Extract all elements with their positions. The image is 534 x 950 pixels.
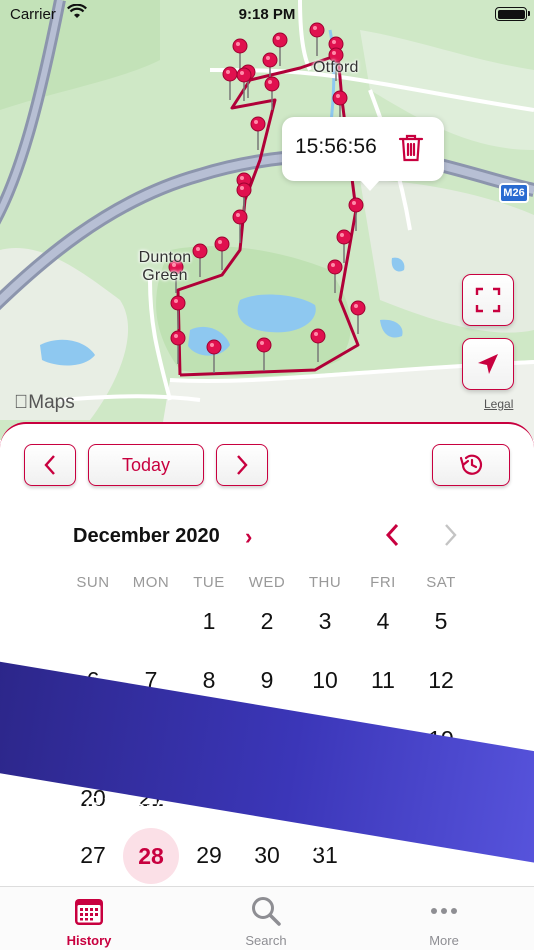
- weekday-label: THU: [308, 574, 342, 591]
- map-view[interactable]: Otford Dunton Green M26 Maps Legal 15:5…: [0, 0, 534, 440]
- calendar-day[interactable]: 5: [412, 608, 470, 635]
- map-label-otford: Otford: [313, 59, 359, 76]
- legal-link[interactable]: Legal: [484, 397, 513, 411]
- map-canvas: [0, 0, 534, 440]
- weekday-label: SAT: [426, 574, 456, 591]
- clock: 9:18 PM: [238, 6, 296, 23]
- previous-month-button[interactable]: [384, 522, 400, 553]
- apple-logo-icon: : [14, 392, 28, 413]
- tab-bar: History Search More: [0, 886, 534, 950]
- today-button[interactable]: Today: [88, 444, 204, 486]
- ellipsis-icon: [431, 908, 457, 914]
- next-day-button[interactable]: [216, 444, 268, 486]
- calendar-day-selected[interactable]: 28: [123, 828, 179, 884]
- tab-search[interactable]: Search: [206, 887, 326, 950]
- tab-history-label: History: [66, 933, 112, 948]
- weekday-label: TUE: [193, 574, 225, 591]
- tab-more-label: More: [429, 933, 459, 948]
- tab-search-label: Search: [245, 933, 287, 948]
- weekday-label: SUN: [76, 574, 110, 591]
- previous-day-button[interactable]: [24, 444, 76, 486]
- pin-callout: 15:56:56: [282, 117, 444, 191]
- chevron-right-icon: [445, 524, 457, 546]
- maps-attribution: Maps: [14, 392, 75, 413]
- status-bar: Carrier 9:18 PM: [0, 0, 534, 30]
- weekday-label: MON: [132, 574, 170, 591]
- battery-icon: [495, 7, 530, 21]
- clock-history-icon: [459, 454, 483, 475]
- calendar-day[interactable]: 10: [296, 667, 354, 694]
- tab-history[interactable]: History: [29, 887, 149, 950]
- weekday-label: WED: [248, 574, 286, 591]
- calendar-day[interactable]: 1: [180, 608, 238, 635]
- location-arrow-icon: [478, 354, 498, 374]
- map-label-dunton-green: Dunton Green: [138, 249, 192, 284]
- fit-route-button[interactable]: [462, 274, 514, 326]
- history-button[interactable]: [432, 444, 510, 486]
- calendar-day[interactable]: 29: [180, 842, 238, 869]
- weekday-label: FRI: [370, 574, 396, 591]
- expand-corners-icon: [475, 287, 501, 313]
- calendar-day[interactable]: 8: [180, 667, 238, 694]
- tab-more[interactable]: More: [384, 887, 504, 950]
- locate-me-button[interactable]: [462, 338, 514, 390]
- month-title[interactable]: December 2020: [73, 525, 220, 548]
- calendar-day[interactable]: 12: [412, 667, 470, 694]
- chevron-right-icon: [237, 455, 248, 475]
- month-picker-chevron-icon[interactable]: ›: [245, 524, 252, 550]
- chevron-left-icon: [385, 523, 399, 547]
- calendar-day[interactable]: 3: [296, 608, 354, 635]
- next-month-button[interactable]: [443, 522, 459, 553]
- calendar-day[interactable]: 4: [354, 608, 412, 635]
- magnifier-icon: [252, 897, 281, 926]
- trash-icon[interactable]: [398, 133, 424, 168]
- road-badge: M26: [499, 183, 529, 203]
- callout-time: 15:56:56: [295, 135, 377, 158]
- calendar-day[interactable]: 27: [64, 842, 122, 869]
- calendar-day[interactable]: 2: [238, 608, 296, 635]
- calendar-day[interactable]: 9: [238, 667, 296, 694]
- chevron-left-icon: [44, 455, 55, 475]
- calendar-icon: [75, 899, 103, 925]
- calendar-day[interactable]: 11: [354, 667, 412, 694]
